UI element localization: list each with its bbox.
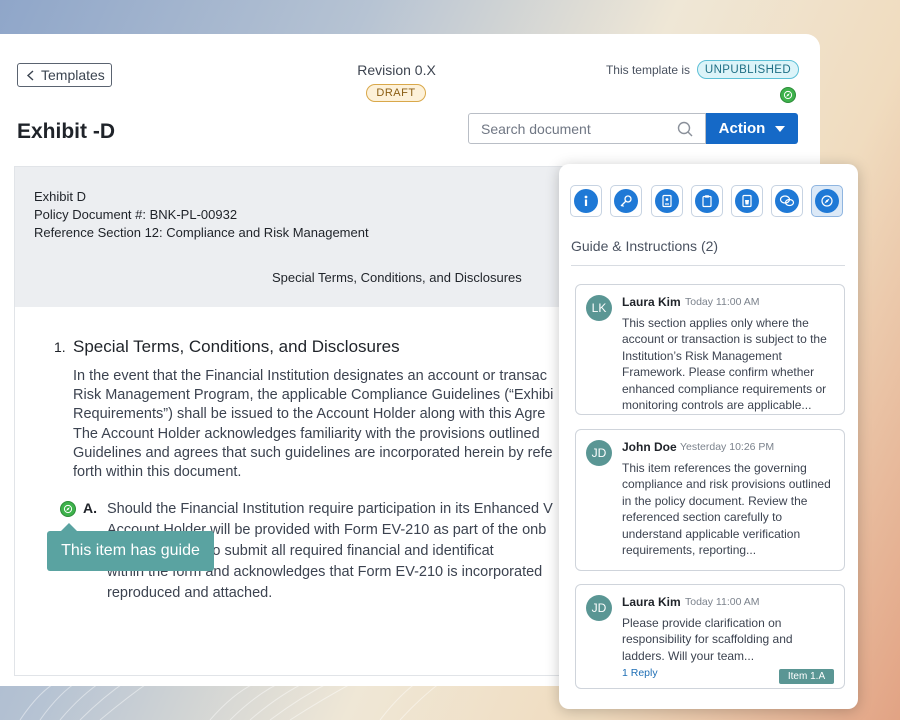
info-icon xyxy=(574,189,598,213)
back-button-label: Templates xyxy=(41,67,105,83)
guide-panel: Guide & Instructions (2) LK Laura Kim To… xyxy=(559,164,858,709)
section-number: 1. xyxy=(54,339,66,355)
comment-text: This item references the governing compl… xyxy=(622,461,831,558)
action-dropdown-button[interactable]: Action xyxy=(706,113,798,144)
caret-down-icon xyxy=(775,125,786,132)
chevron-left-icon xyxy=(26,69,34,81)
search-box xyxy=(468,113,706,144)
clipboard-icon xyxy=(695,189,719,213)
item-line: reproduced and attached. xyxy=(107,585,273,601)
comment-time: Today 11:00 AM xyxy=(685,596,760,608)
item-reference-tag[interactable]: Item 1.A xyxy=(779,669,834,684)
background-wave-lines xyxy=(19,680,445,720)
draft-badge: DRAFT xyxy=(366,84,426,102)
unpublished-badge: UNPUBLISHED xyxy=(697,60,799,79)
paragraph-line: In the event that the Financial Institut… xyxy=(73,368,547,384)
guide-tool-button[interactable] xyxy=(811,185,843,217)
comment-card[interactable]: JD John Doe Yesterday 10:26 PM This item… xyxy=(575,429,845,571)
template-status-label: This template is xyxy=(605,63,690,77)
comment-author: John Doe xyxy=(622,440,677,454)
paragraph-line: Risk Management Program, the applicable … xyxy=(73,387,554,404)
paragraph-line: The Account Holder acknowledges familiar… xyxy=(73,425,540,442)
search-input[interactable] xyxy=(469,114,669,143)
comment-author: Laura Kim xyxy=(622,595,681,609)
avatar: JD xyxy=(586,440,612,466)
comment-author: Laura Kim xyxy=(622,295,681,309)
key-tool-button[interactable] xyxy=(610,185,642,217)
key-icon xyxy=(614,189,638,213)
item-label: A. xyxy=(83,500,97,516)
avatar: JD xyxy=(586,595,612,621)
document-badge-icon xyxy=(655,189,679,213)
comment-text: Please provide clarification on responsi… xyxy=(622,616,793,663)
avatar: LK xyxy=(586,295,612,321)
comments-tool-button[interactable] xyxy=(771,185,803,217)
guide-tooltip: This item has guide xyxy=(47,523,214,571)
compass-status-icon[interactable] xyxy=(780,87,796,103)
document-header-block: Exhibit D Policy Document #: BNK-PL-0093… xyxy=(15,167,573,307)
paragraph-line: forth within this document. xyxy=(73,464,242,481)
guide-indicator-icon[interactable] xyxy=(60,501,76,517)
section-title[interactable]: Special Terms, Conditions, and Disclosur… xyxy=(73,337,400,357)
section-paragraph[interactable]: In the event that the Financial Institut… xyxy=(73,367,573,482)
page-title: Exhibit -D xyxy=(17,120,115,143)
trash-doc-icon xyxy=(735,189,759,213)
guide-title: Guide & Instructions (2) xyxy=(571,238,719,254)
comment-time: Today 11:00 AM xyxy=(685,296,760,308)
info-tool-button[interactable] xyxy=(570,185,602,217)
comment-text: This section applies only where the acco… xyxy=(622,316,827,413)
reference-section-line: Reference Section 12: Compliance and Ris… xyxy=(34,225,369,240)
paragraph-line: Guidelines and agrees that such guidelin… xyxy=(73,444,553,461)
paragraph-line: Requirements”) shall be issued to the Ac… xyxy=(73,406,546,423)
item-line: Should the Financial Institution require… xyxy=(107,501,553,517)
chat-bubbles-icon xyxy=(775,189,799,213)
clipboard-tool-button[interactable] xyxy=(691,185,723,217)
revision-label: Revision 0.X xyxy=(357,62,436,78)
document-subheading: Special Terms, Conditions, and Disclosur… xyxy=(272,270,522,285)
exhibit-line: Exhibit D xyxy=(34,189,87,204)
compass-icon xyxy=(815,189,839,213)
policy-number-line: Policy Document #: BNK-PL-00932 xyxy=(34,207,238,222)
document-panel: Exhibit D Policy Document #: BNK-PL-0093… xyxy=(14,166,574,676)
comment-time: Yesterday 10:26 PM xyxy=(680,441,775,453)
document-tool-button[interactable] xyxy=(651,185,683,217)
divider xyxy=(571,265,845,266)
back-to-templates-button[interactable]: Templates xyxy=(17,63,112,87)
comment-card[interactable]: LK Laura Kim Today 11:00 AM This section… xyxy=(575,284,845,415)
comment-card[interactable]: JD Laura Kim Today 11:00 AM Please provi… xyxy=(575,584,845,689)
search-icon[interactable] xyxy=(677,121,693,137)
delete-doc-tool-button[interactable] xyxy=(731,185,763,217)
action-button-label: Action xyxy=(718,120,766,137)
reply-count-link[interactable]: 1 Reply xyxy=(622,667,658,679)
